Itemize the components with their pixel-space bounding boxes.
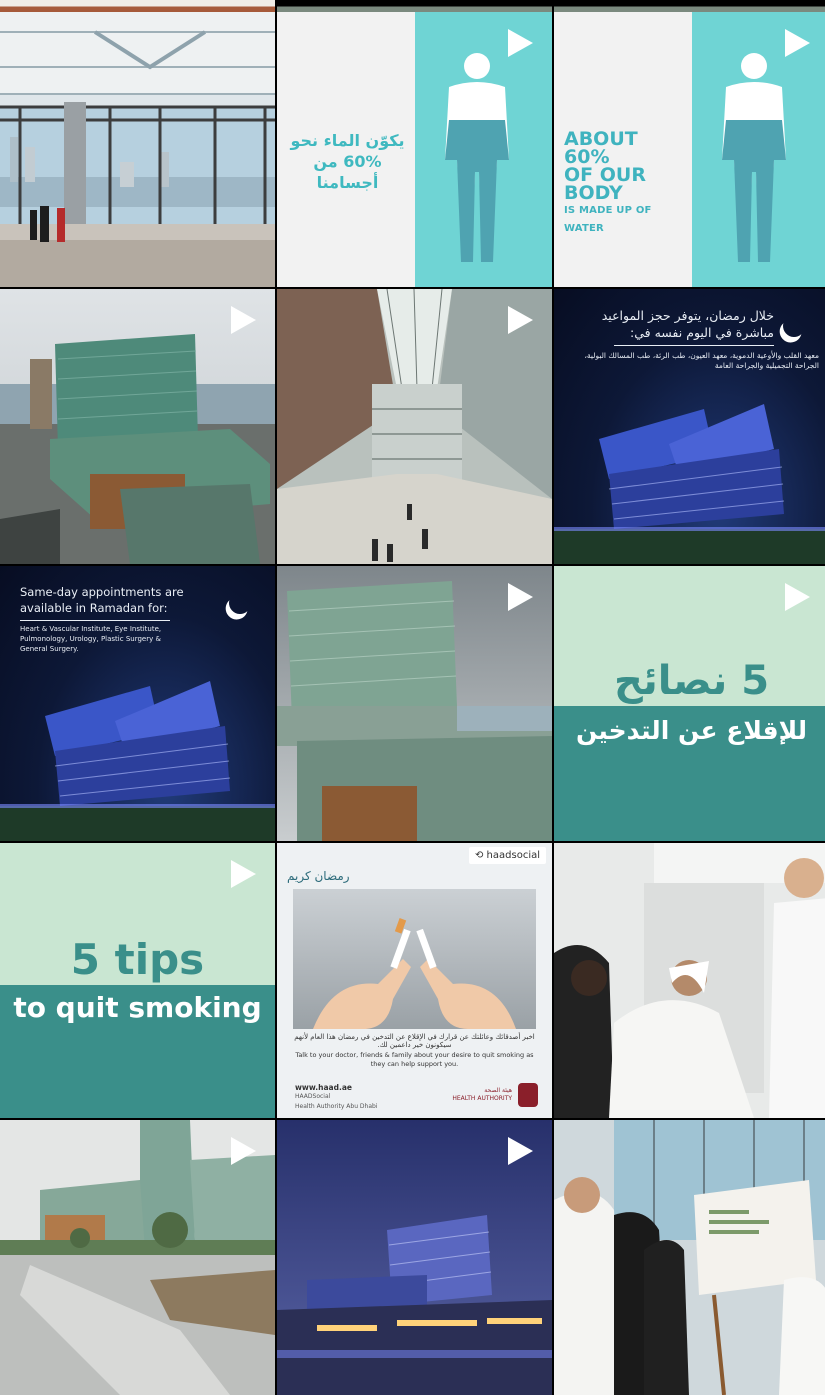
tile-water-arabic[interactable]: يكوّن الماء نحو %60 من أجسامنا [277,12,552,287]
tile-hospital-aerial[interactable] [0,289,275,564]
water-line-1: ABOUT 60% [564,128,638,168]
authority-name-arabic: هيئة الصحة [484,1087,512,1094]
social-handle: HAADSocial [295,1093,331,1100]
water-caption-arabic: يكوّن الماء نحو %60 من أجسامنا [290,131,405,192]
exhibit-visit-photo [554,1120,825,1395]
tile-ramadan-english[interactable]: Same-day appointments are available in R… [0,566,275,841]
tips-subtitle-english: to quit smoking [13,991,262,1024]
water-caption-english: ABOUT 60% OF OUR BODY IS MADE UP OF WATE… [564,130,689,238]
ramadan-heading-arabic: خلال رمضان، يتوفر حجز المواعيد مباشرة في… [601,308,774,340]
tile-ramadan-arabic[interactable]: خلال رمضان، يتوفر حجز المواعيد مباشرة في… [554,289,825,564]
play-icon [508,306,533,334]
divider [20,620,170,621]
ramadan-body-english: Heart & Vascular Institute, Eye Institut… [20,625,162,653]
tile-hospital-night[interactable] [277,1120,552,1395]
play-icon [508,29,533,57]
repost-badge: ⟲ haadsocial [468,847,546,864]
tile-water-english[interactable]: ABOUT 60% OF OUR BODY IS MADE UP OF WATE… [554,12,825,287]
repost-username: haadsocial [486,850,540,861]
atrium-window-photo [0,12,275,287]
broken-cigarette-icon [313,918,516,1029]
breaking-cigarette-photo [293,889,536,1029]
authority-name-english: HEALTH AUTHORITY [452,1095,512,1102]
media-grid: يكوّن الماء نحو %60 من أجسامنا ABOUT 60%… [0,12,825,1395]
divider [614,345,774,346]
ramadan-greeting: رمضان كريم [287,869,350,883]
organization-name: Health Authority Abu Dhabi [295,1103,378,1110]
tile-exhibit-visit[interactable] [554,1120,825,1395]
ramadan-heading-english: Same-day appointments are available in R… [20,585,184,615]
water-line-2: OF OUR BODY [564,164,646,204]
ramadan-body-arabic: معهد القلب والأوعية الدموية، معهد العيون… [584,351,819,370]
caption-english: Talk to your doctor, friends & family ab… [295,1051,534,1068]
emblem-icon [518,1083,538,1107]
play-icon [508,1137,533,1165]
top-strip [0,0,825,12]
tile-tips-english[interactable]: 5 tips to quit smoking [0,843,275,1118]
tips-title-arabic: 5 نصائح [613,658,770,704]
tips-subtitle-arabic: للإقلاع عن التدخين [575,716,808,745]
tile-atrium-interior[interactable] [277,289,552,564]
repost-icon: ⟲ [474,850,484,861]
water-line-3: IS MADE UP OF WATER [564,205,652,234]
play-icon [785,29,810,57]
play-icon [231,306,256,334]
tile-haad-repost[interactable]: ⟲ haadsocial رمضان كريم اخبر أصدقائك وعا… [277,843,552,1118]
tile-atrium-window[interactable] [0,12,275,287]
play-icon [508,583,533,611]
play-icon [231,1137,256,1165]
clinic-visit-photo [554,843,825,1118]
tile-tips-arabic[interactable]: 5 نصائح للإقلاع عن التدخين [554,566,825,841]
play-icon [785,583,810,611]
tile-clinic-visit[interactable] [554,843,825,1118]
website-url: www.haad.ae [295,1083,352,1092]
authority-name: هيئة الصحة HEALTH AUTHORITY [452,1087,512,1103]
tips-title-english: 5 tips [70,935,205,984]
caption-arabic: اخبر أصدقائك وعائلتك عن قرارك في الإقلاع… [294,1033,535,1049]
tile-hospital-facade[interactable] [277,566,552,841]
tile-hospital-street[interactable] [0,1120,275,1395]
play-icon [231,860,256,888]
